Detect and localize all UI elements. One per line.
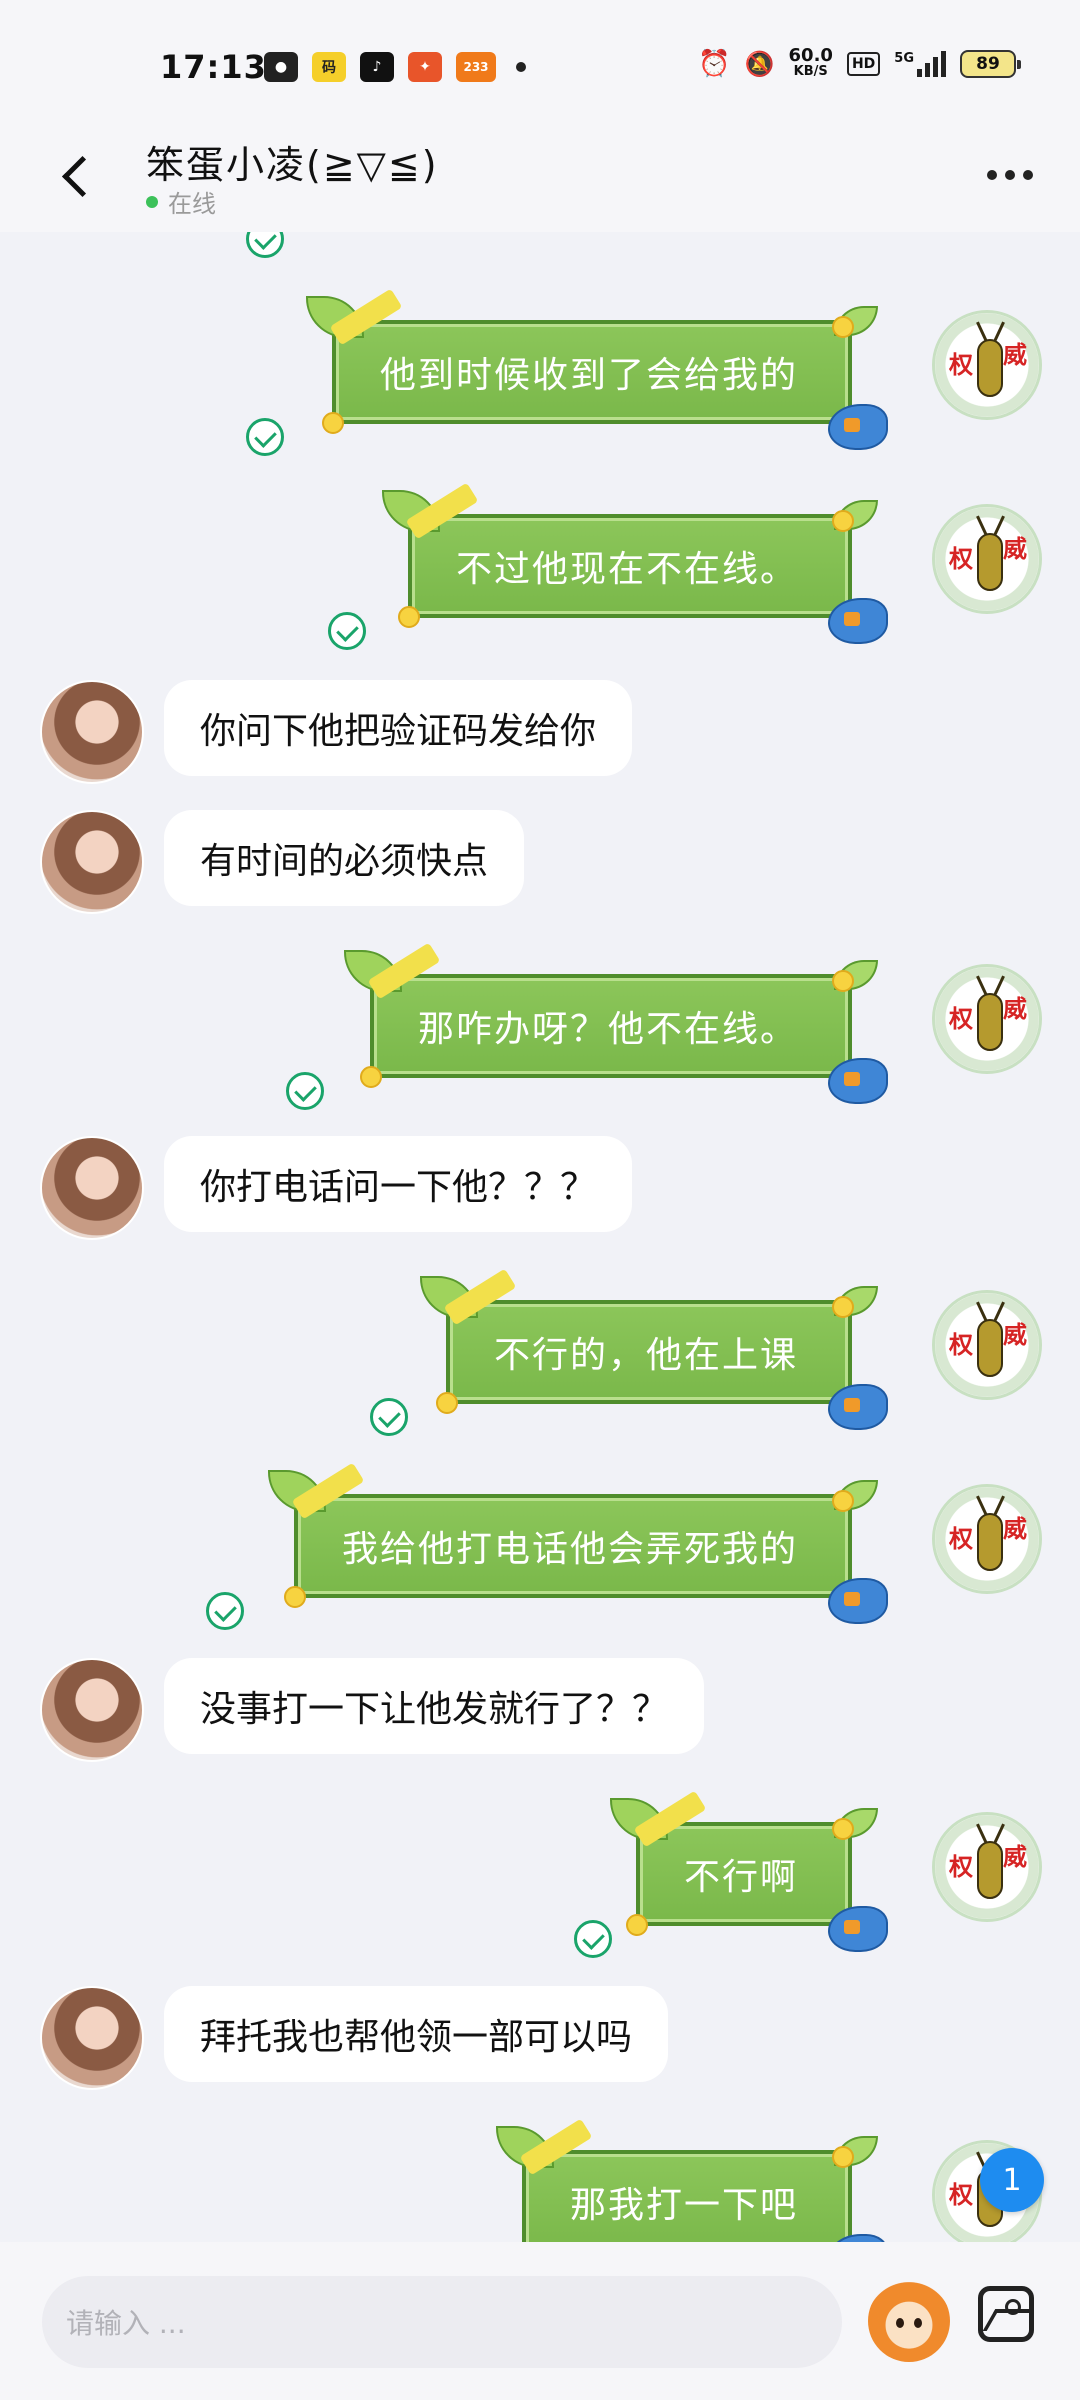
status-time: 17:13 xyxy=(160,48,267,86)
tiktok-icon: ♪ xyxy=(360,52,394,82)
my-avatar[interactable]: 权威 xyxy=(932,1484,1042,1594)
wechat-icon: ● xyxy=(264,52,298,82)
message-text: 我给他打电话他会弄死我的 xyxy=(341,1529,798,1570)
message-text: 没事打一下让他发就行了？？ xyxy=(200,1689,669,1730)
message-text: 拜托我也帮他领一部可以吗 xyxy=(200,2017,633,2058)
sticker-fish-icon xyxy=(828,598,888,644)
robot-app-icon: ✦ xyxy=(408,52,442,82)
my-avatar[interactable]: 权威 xyxy=(932,310,1042,420)
outgoing-bubble[interactable]: 不行的，他在上课 xyxy=(419,1268,888,1430)
my-avatar[interactable]: 权威 xyxy=(932,1290,1042,1400)
image-picker-icon[interactable] xyxy=(978,2286,1034,2342)
signal-5g-icon: 5G xyxy=(894,51,946,77)
status-bar: 17:13 ● 码 ♪ ✦ 233 ⏰ 🔕 60.0 KB/S HD 5G 89 xyxy=(0,0,1080,120)
more-options-icon[interactable] xyxy=(980,150,1040,200)
message-outgoing[interactable]: 不行的，他在上课 权威 xyxy=(0,1214,1080,1436)
alarm-icon: ⏰ xyxy=(698,49,731,79)
my-avatar[interactable]: 权威 xyxy=(932,1812,1042,1922)
sticker-fish-icon xyxy=(828,1058,888,1104)
message-incoming[interactable]: 你问下他把验证码发给你 xyxy=(0,676,1080,786)
message-text: 你问下他把验证码发给你 xyxy=(200,711,597,752)
outgoing-bubble[interactable]: 那我打一下吧 xyxy=(495,2118,888,2242)
message-outgoing[interactable]: 那咋办呀？他不在线。 权威 xyxy=(0,888,1080,1110)
message-text: 那咋办呀？他不在线。 xyxy=(417,1009,798,1050)
chat-header: 笨蛋小凌(≧▽≦) 在线 xyxy=(0,120,1080,232)
my-avatar[interactable]: 权威 xyxy=(932,504,1042,614)
message-text: 你打电话问一下他？？？ xyxy=(200,1167,597,1208)
input-bar: 请输入 ... xyxy=(0,2242,1080,2400)
message-text: 不行啊 xyxy=(683,1857,798,1898)
read-receipt-icon xyxy=(328,612,366,650)
message-outgoing[interactable]: 不行啊 权威 xyxy=(0,1736,1080,1958)
mute-icon: 🔕 xyxy=(744,50,775,78)
message-text: 不行的，他在上课 xyxy=(493,1335,798,1376)
outgoing-bubble[interactable]: 我给他打电话他会弄死我的 xyxy=(267,1462,888,1624)
outgoing-bubble[interactable]: 他到时候收到了会给我的 xyxy=(305,288,888,450)
qr-app-icon: 码 xyxy=(312,52,346,82)
sticker-fish-icon xyxy=(828,1578,888,1624)
new-message-badge[interactable]: 1 xyxy=(980,2148,1044,2212)
online-dot-icon xyxy=(146,195,158,208)
message-outgoing[interactable]: 不过他现在不在线。 权威 xyxy=(0,428,1080,650)
hd-voice-icon: HD xyxy=(846,52,881,76)
message-input[interactable]: 请输入 ... xyxy=(42,2276,842,2368)
contact-avatar[interactable] xyxy=(40,680,144,784)
outgoing-bubble[interactable]: 不过他现在不在线。 xyxy=(381,482,888,644)
read-receipt-icon xyxy=(286,1072,324,1110)
message-outgoing[interactable]: 我给他打电话他会弄死我的 权威 xyxy=(0,1408,1080,1630)
battery-icon: 89 xyxy=(960,50,1021,78)
contact-name[interactable]: 笨蛋小凌(≧▽≦) xyxy=(146,134,439,189)
back-icon[interactable] xyxy=(52,144,104,204)
outgoing-bubble[interactable]: 不行啊 xyxy=(609,1790,888,1952)
outgoing-bubble[interactable]: 那咋办呀？他不在线。 xyxy=(343,942,888,1104)
message-outgoing[interactable]: 他到时候收到了会给我的 权威 xyxy=(0,232,1080,456)
read-receipt-icon xyxy=(574,1920,612,1958)
system-icons: ⏰ 🔕 60.0 KB/S HD 5G 89 xyxy=(698,45,1021,80)
sticker-fish-icon xyxy=(828,1906,888,1952)
message-outgoing[interactable]: 那我打一下吧 权威 xyxy=(0,2064,1080,2242)
presence-status: 在线 xyxy=(146,184,216,219)
chat-message-list[interactable]: 他到时候收到了会给我的 权威 不过他现在不在线。 权威 你问下他把验证码发给你 … xyxy=(0,232,1080,2242)
message-text: 不过他现在不在线。 xyxy=(455,549,798,590)
sticker-fish-icon xyxy=(828,2234,888,2242)
my-avatar[interactable]: 权威 xyxy=(932,964,1042,1074)
read-receipt-icon xyxy=(206,1592,244,1630)
message-text: 他到时候收到了会给我的 xyxy=(379,355,798,396)
notification-icons: ● 码 ♪ ✦ 233 xyxy=(264,52,526,82)
incoming-bubble[interactable]: 你问下他把验证码发给你 xyxy=(164,680,633,776)
message-text: 有时间的必须快点 xyxy=(200,841,489,882)
presence-label: 在线 xyxy=(168,190,216,218)
game-233-icon: 233 xyxy=(456,52,496,82)
emoji-sticker-icon[interactable] xyxy=(868,2280,950,2362)
message-text: 那我打一下吧 xyxy=(569,2185,798,2226)
network-speed: 60.0 KB/S xyxy=(788,45,833,80)
more-notifications-dot xyxy=(516,62,526,72)
